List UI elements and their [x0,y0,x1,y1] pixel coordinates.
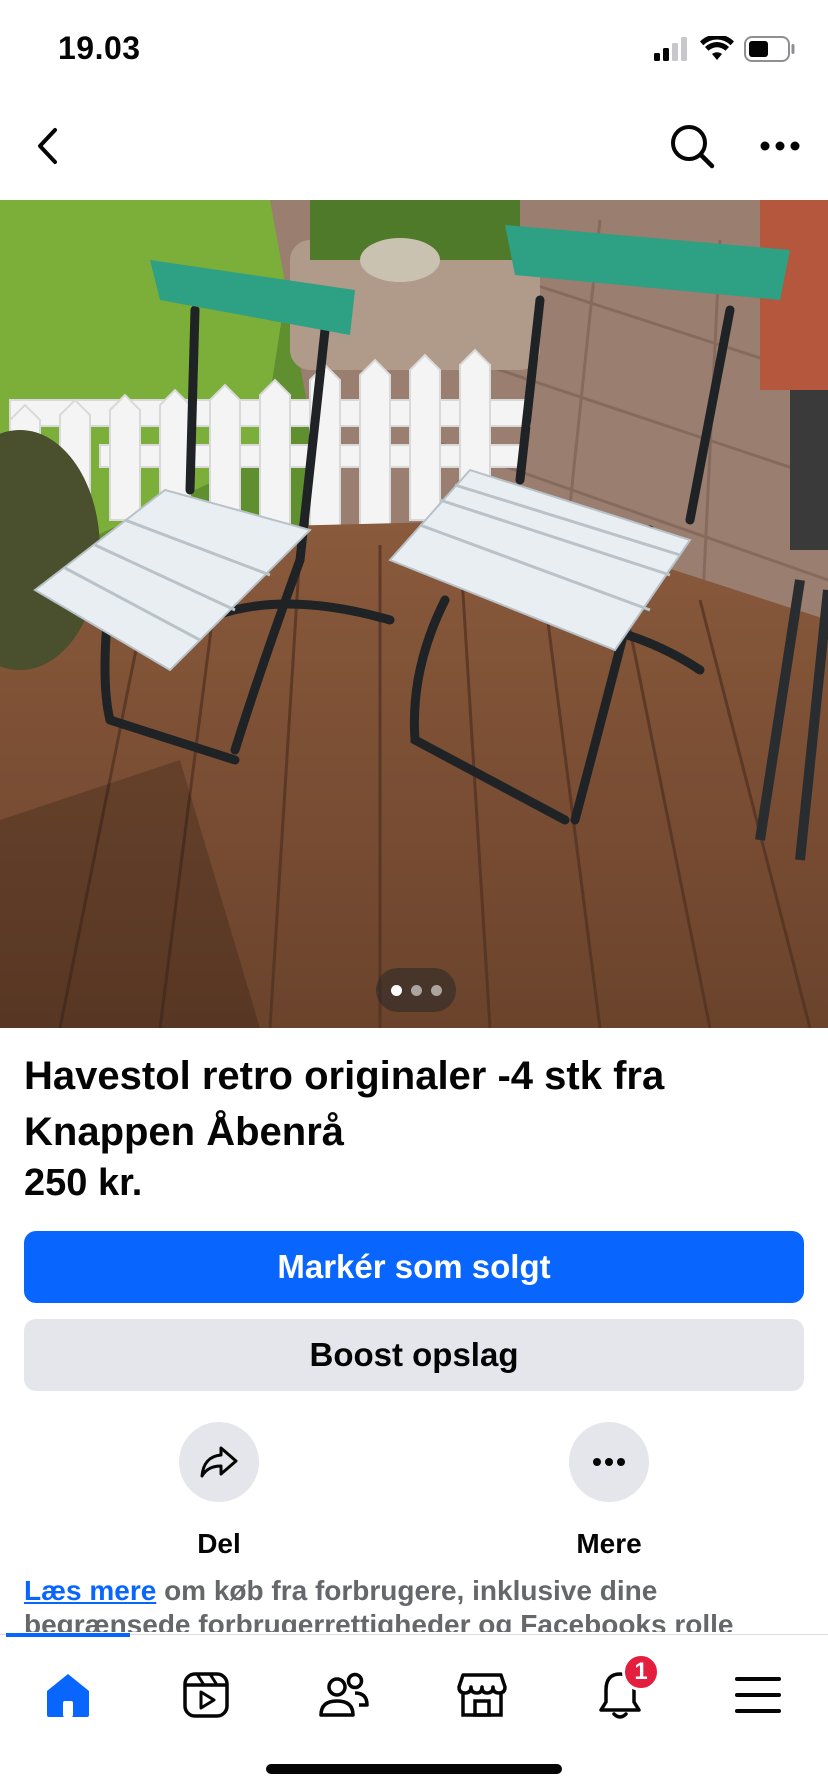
more-button[interactable] [569,1422,649,1502]
wifi-icon [700,36,734,60]
share-icon [200,1446,238,1478]
photo-pager [376,968,456,1012]
listing-photo-image [0,200,828,1028]
tab-marketplace[interactable] [446,1663,518,1727]
tab-home[interactable] [32,1663,104,1727]
mark-as-sold-button[interactable]: Markér som solgt [24,1231,804,1303]
status-time: 19.03 [58,30,141,66]
consumer-rights-disclaimer: Læs mere om køb fra forbrugere, inklusiv… [24,1574,814,1632]
read-more-link[interactable]: Læs mere [24,1575,156,1606]
more-horizontal-icon [593,1458,625,1466]
listing-title: Havestol retro originaler -4 stk fra Kna… [24,1054,665,1154]
home-icon [47,1674,89,1717]
video-icon [183,1672,229,1718]
status-icons [654,36,796,62]
more-action[interactable]: Mere [529,1422,689,1560]
chevron-left-icon [38,128,57,164]
notification-badge: 1 [622,1653,660,1691]
tab-friends[interactable] [308,1663,380,1727]
status-bar: 19.03 [0,0,828,92]
share-action[interactable]: Del [139,1422,299,1560]
marketplace-icon [457,1673,507,1717]
tab-notifications[interactable]: 1 [584,1653,660,1727]
listing-price: 250 kr. [24,1162,143,1204]
search-icon [671,125,715,169]
more-horizontal-icon [760,141,800,151]
pager-dot [410,984,422,996]
tab-menu[interactable] [722,1663,794,1727]
active-tab-indicator [6,1633,130,1637]
home-indicator [266,1764,562,1774]
share-label: Del [197,1528,241,1559]
friends-icon [319,1672,369,1717]
cellular-signal-icon [654,37,687,61]
menu-icon [735,1677,781,1713]
pager-dot-active [390,984,402,996]
listing-photo[interactable] [0,200,828,1028]
battery-icon [744,36,795,62]
share-button[interactable] [179,1422,259,1502]
search-button[interactable] [660,114,724,178]
top-nav-bar [0,92,828,200]
more-label: Mere [576,1528,642,1559]
pager-dot [430,984,442,996]
more-options-button[interactable] [748,114,812,178]
boost-listing-button[interactable]: Boost opslag [24,1319,804,1391]
tab-video[interactable] [170,1663,242,1727]
back-button[interactable] [16,114,80,178]
